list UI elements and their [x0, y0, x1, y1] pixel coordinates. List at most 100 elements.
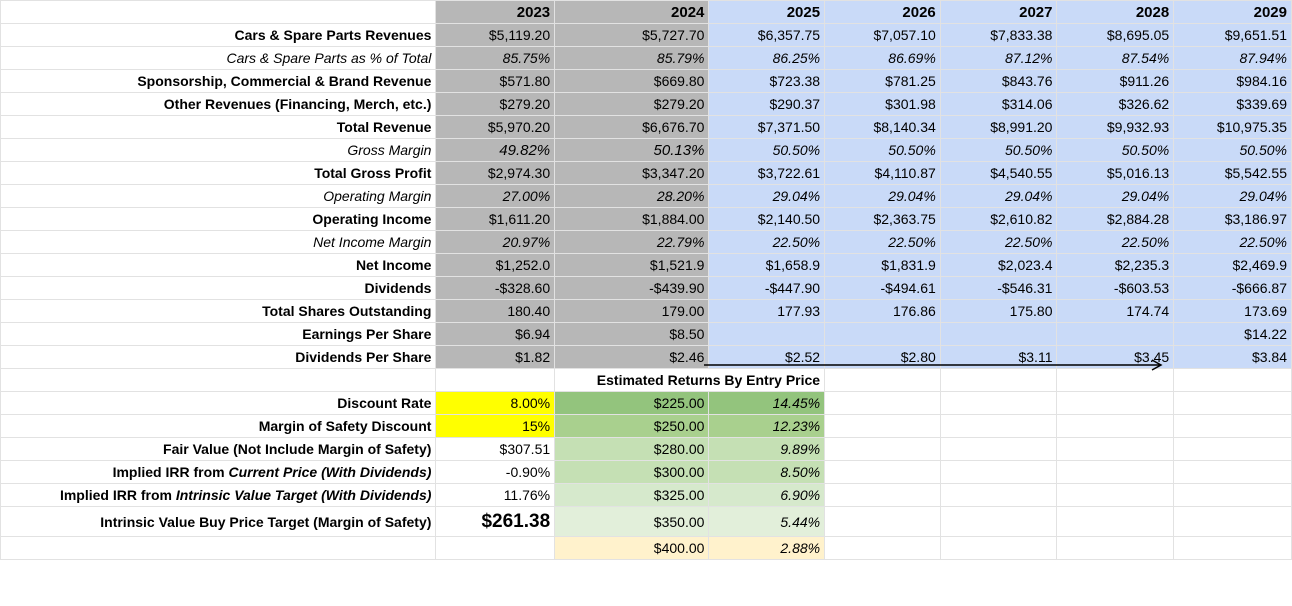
value-cell[interactable]: $4,110.87: [824, 161, 941, 185]
value-cell[interactable]: $2,974.30: [435, 161, 556, 185]
empty-cell[interactable]: [0, 536, 437, 560]
value-cell[interactable]: $5,970.20: [435, 115, 556, 139]
irr-intrinsic-cell[interactable]: 11.76%: [435, 483, 556, 507]
value-cell[interactable]: $339.69: [1173, 92, 1292, 116]
value-cell[interactable]: $14.22: [1173, 322, 1292, 346]
empty-cell[interactable]: [1056, 536, 1175, 560]
value-cell[interactable]: 29.04%: [939, 184, 1058, 208]
row-label[interactable]: Total Shares Outstanding: [0, 299, 437, 323]
buy-target-label[interactable]: Intrinsic Value Buy Price Target (Margin…: [0, 506, 437, 537]
buy-target-cell[interactable]: $261.38: [435, 506, 556, 537]
value-cell[interactable]: $8,695.05: [1056, 23, 1175, 47]
discount-rate-label[interactable]: Discount Rate: [0, 391, 437, 415]
fair-value-label[interactable]: Fair Value (Not Include Margin of Safety…: [0, 437, 437, 461]
row-label[interactable]: Total Revenue: [0, 115, 437, 139]
row-label[interactable]: Earnings Per Share: [0, 322, 437, 346]
empty-cell[interactable]: [1056, 391, 1175, 415]
value-cell[interactable]: 87.54%: [1056, 46, 1175, 70]
value-cell[interactable]: $7,833.38: [939, 23, 1058, 47]
year-header-cell[interactable]: 2028: [1056, 0, 1175, 24]
row-label[interactable]: Other Revenues (Financing, Merch, etc.): [0, 92, 437, 116]
value-cell[interactable]: $2,610.82: [939, 207, 1058, 231]
value-cell[interactable]: $6.94: [435, 322, 556, 346]
empty-cell[interactable]: [1173, 414, 1292, 438]
value-cell[interactable]: $1,521.9: [554, 253, 710, 277]
empty-cell[interactable]: [0, 368, 437, 392]
empty-cell[interactable]: [1056, 460, 1175, 484]
entry-price-cell[interactable]: $250.00: [554, 414, 710, 438]
row-label[interactable]: Net Income: [0, 253, 437, 277]
empty-cell[interactable]: [824, 483, 941, 507]
value-cell[interactable]: $3,347.20: [554, 161, 710, 185]
value-cell[interactable]: 22.50%: [1173, 230, 1292, 254]
empty-cell[interactable]: [435, 536, 556, 560]
value-cell[interactable]: [1056, 322, 1175, 346]
irr-current-label[interactable]: Implied IRR from Current Price (With Div…: [0, 460, 437, 484]
entry-price-cell[interactable]: $300.00: [554, 460, 710, 484]
value-cell[interactable]: 176.86: [824, 299, 941, 323]
empty-cell[interactable]: [435, 368, 556, 392]
row-label[interactable]: Cars & Spare Parts Revenues: [0, 23, 437, 47]
irr-current-cell[interactable]: -0.90%: [435, 460, 556, 484]
row-label[interactable]: Net Income Margin: [0, 230, 437, 254]
value-cell[interactable]: $1,884.00: [554, 207, 710, 231]
row-label[interactable]: Cars & Spare Parts as % of Total: [0, 46, 437, 70]
value-cell[interactable]: -$439.90: [554, 276, 710, 300]
margin-of-safety-input[interactable]: 15%: [435, 414, 556, 438]
value-cell[interactable]: -$603.53: [1056, 276, 1175, 300]
empty-cell[interactable]: [1173, 437, 1292, 461]
value-cell[interactable]: $3,186.97: [1173, 207, 1292, 231]
value-cell[interactable]: $290.37: [708, 92, 826, 116]
value-cell[interactable]: $9,932.93: [1056, 115, 1175, 139]
value-cell[interactable]: $2,140.50: [708, 207, 826, 231]
value-cell[interactable]: 20.97%: [435, 230, 556, 254]
value-cell[interactable]: $843.76: [939, 69, 1058, 93]
value-cell[interactable]: -$546.31: [939, 276, 1058, 300]
value-cell[interactable]: -$666.87: [1173, 276, 1292, 300]
year-header-cell[interactable]: 2025: [708, 0, 826, 24]
value-cell[interactable]: 22.50%: [708, 230, 826, 254]
empty-cell[interactable]: [939, 536, 1058, 560]
value-cell[interactable]: 173.69: [1173, 299, 1292, 323]
year-header-cell[interactable]: 2029: [1173, 0, 1292, 24]
value-cell[interactable]: 50.50%: [708, 138, 826, 162]
year-header-cell[interactable]: 2026: [824, 0, 941, 24]
value-cell[interactable]: 179.00: [554, 299, 710, 323]
value-cell[interactable]: $723.38: [708, 69, 826, 93]
value-cell[interactable]: 86.25%: [708, 46, 826, 70]
value-cell[interactable]: $2,884.28: [1056, 207, 1175, 231]
value-cell[interactable]: 86.69%: [824, 46, 941, 70]
value-cell[interactable]: $571.80: [435, 69, 556, 93]
value-cell[interactable]: $10,975.35: [1173, 115, 1292, 139]
value-cell[interactable]: $1.82: [435, 345, 556, 369]
value-cell[interactable]: 180.40: [435, 299, 556, 323]
value-cell[interactable]: $4,540.55: [939, 161, 1058, 185]
row-label[interactable]: Dividends Per Share: [0, 345, 437, 369]
value-cell[interactable]: 50.50%: [1056, 138, 1175, 162]
value-cell[interactable]: 29.04%: [1056, 184, 1175, 208]
irr-intrinsic-label[interactable]: Implied IRR from Intrinsic Value Target …: [0, 483, 437, 507]
empty-cell[interactable]: [824, 536, 941, 560]
value-cell[interactable]: $6,357.75: [708, 23, 826, 47]
empty-cell[interactable]: [824, 391, 941, 415]
value-cell[interactable]: $3,722.61: [708, 161, 826, 185]
value-cell[interactable]: $9,651.51: [1173, 23, 1292, 47]
empty-cell[interactable]: [939, 391, 1058, 415]
value-cell[interactable]: [824, 322, 941, 346]
value-cell[interactable]: 22.50%: [1056, 230, 1175, 254]
year-header-cell[interactable]: 2027: [939, 0, 1058, 24]
value-cell[interactable]: $279.20: [554, 92, 710, 116]
value-cell[interactable]: $3.84: [1173, 345, 1292, 369]
year-header-cell[interactable]: 2024: [554, 0, 710, 24]
entry-price-cell[interactable]: $400.00: [554, 536, 710, 560]
value-cell[interactable]: $7,057.10: [824, 23, 941, 47]
empty-cell[interactable]: [1173, 368, 1292, 392]
entry-irr-cell[interactable]: 14.45%: [708, 391, 826, 415]
empty-cell[interactable]: [824, 414, 941, 438]
value-cell[interactable]: 50.50%: [824, 138, 941, 162]
row-label[interactable]: Dividends: [0, 276, 437, 300]
value-cell[interactable]: $5,542.55: [1173, 161, 1292, 185]
value-cell[interactable]: $6,676.70: [554, 115, 710, 139]
empty-cell[interactable]: [1173, 536, 1292, 560]
value-cell[interactable]: -$494.61: [824, 276, 941, 300]
